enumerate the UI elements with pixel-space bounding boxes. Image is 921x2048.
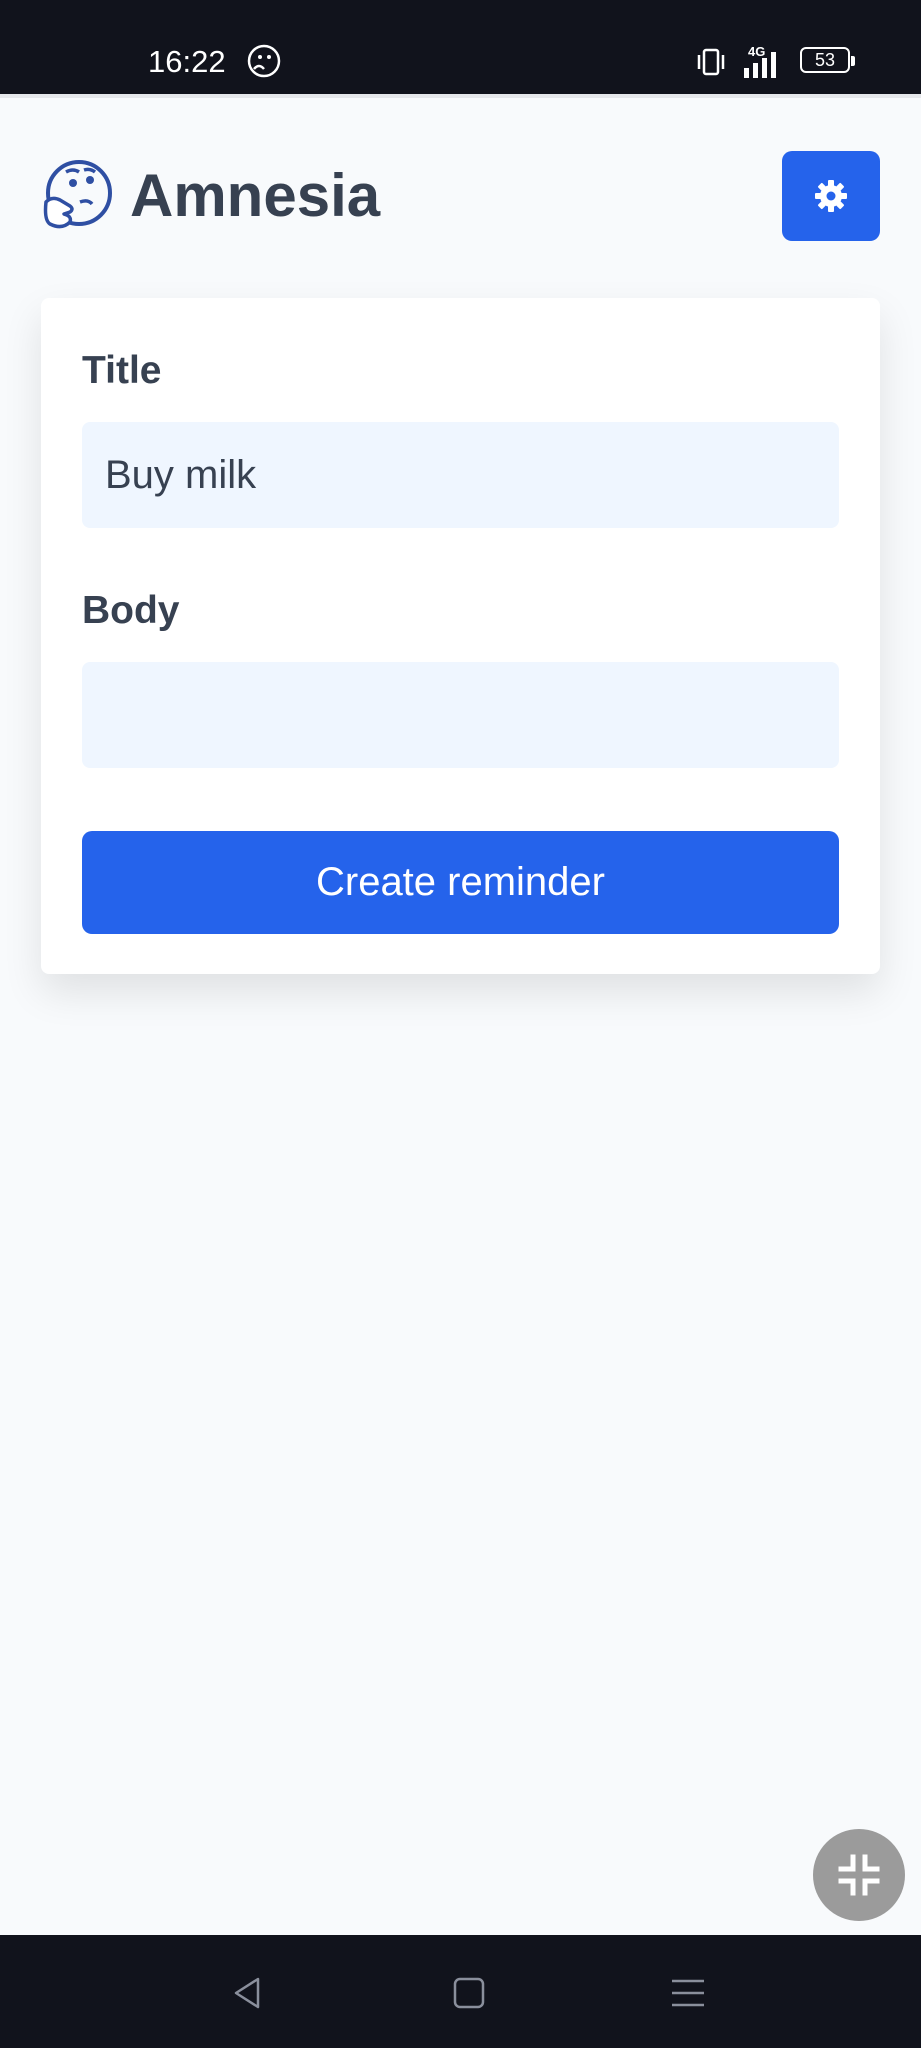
status-time: 16:22 [148,44,226,79]
body-label: Body [82,589,180,632]
battery-indicator: 53 [800,47,855,73]
system-navigation-bar [0,1935,921,2048]
title-input[interactable] [82,422,839,528]
home-square-icon[interactable] [449,1973,489,2013]
settings-button[interactable] [782,151,880,241]
collapse-icon [838,1854,880,1896]
app-title: Amnesia [130,162,381,229]
collapse-floating-button[interactable] [813,1829,905,1921]
body-input[interactable] [82,662,839,768]
status-bar: 16:22 4G 53 [0,0,921,94]
thinking-face-notification-icon [247,44,281,78]
back-triangle-icon[interactable] [228,1973,268,2013]
svg-text:4G: 4G [748,44,765,59]
gear-icon [815,180,847,212]
thinking-face-icon [43,160,112,229]
title-label: Title [82,349,162,392]
signal-4g-icon: 4G [744,44,776,78]
create-reminder-button[interactable]: Create reminder [82,831,839,934]
reminder-form-card: Title Body Create reminder [41,298,880,974]
vibrate-icon [697,48,725,76]
status-bar-divider [0,94,921,98]
menu-lines-icon[interactable] [668,1973,708,2013]
